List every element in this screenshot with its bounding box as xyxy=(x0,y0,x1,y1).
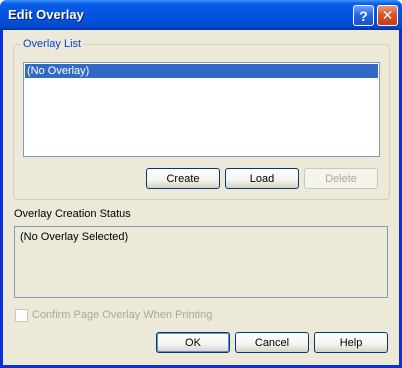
question-icon: ? xyxy=(359,7,368,24)
delete-button[interactable]: Delete xyxy=(304,168,378,189)
edit-overlay-window: Edit Overlay ? ✕ Overlay List (No Overla… xyxy=(0,0,402,368)
help-button[interactable]: Help xyxy=(314,332,388,353)
overlay-listbox[interactable]: (No Overlay) xyxy=(23,62,380,157)
window-title: Edit Overlay xyxy=(8,7,84,22)
ok-button[interactable]: OK xyxy=(156,332,230,353)
close-button[interactable]: ✕ xyxy=(377,5,398,26)
confirm-overlay-checkbox[interactable] xyxy=(15,308,28,322)
overlay-list-legend: Overlay List xyxy=(21,38,84,50)
create-button[interactable]: Create xyxy=(146,168,220,189)
close-icon: ✕ xyxy=(381,7,394,23)
status-text: (No Overlay Selected) xyxy=(20,231,129,243)
status-box: (No Overlay Selected) xyxy=(14,226,388,298)
cancel-button[interactable]: Cancel xyxy=(235,332,309,353)
help-title-button[interactable]: ? xyxy=(353,5,374,26)
confirm-overlay-checkbox-row[interactable]: Confirm Page Overlay When Printing xyxy=(15,308,212,322)
status-label: Overlay Creation Status xyxy=(14,208,131,220)
list-item[interactable]: (No Overlay) xyxy=(25,64,378,78)
dialog-body: Overlay List (No Overlay) Create Load De… xyxy=(3,30,399,365)
title-bar[interactable]: Edit Overlay ? ✕ xyxy=(0,0,402,30)
load-button[interactable]: Load xyxy=(225,168,299,189)
confirm-overlay-label: Confirm Page Overlay When Printing xyxy=(32,309,213,321)
